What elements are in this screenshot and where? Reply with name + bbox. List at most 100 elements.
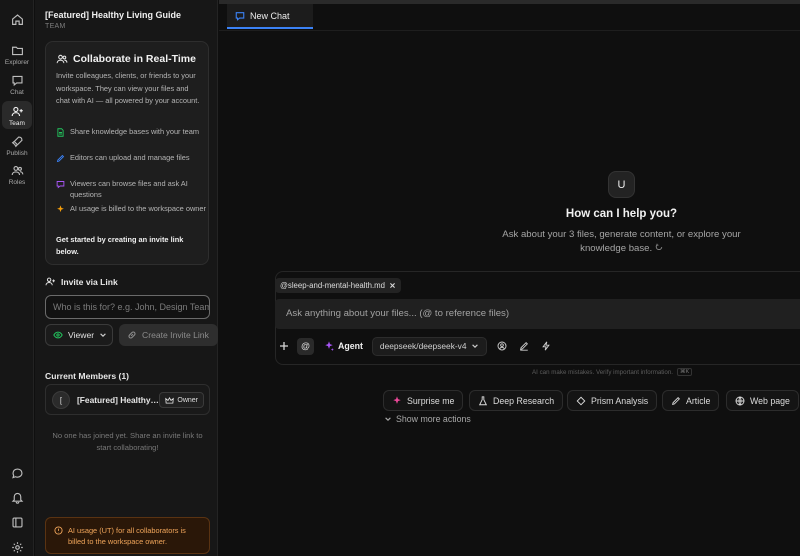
tab-label: New Chat: [250, 10, 290, 21]
owner-badge-label: Owner: [177, 396, 198, 404]
rail-explorer[interactable]: Explorer: [0, 44, 34, 66]
collaborate-heading: Collaborate in Real-Time: [56, 53, 196, 65]
article-button[interactable]: Article: [662, 390, 720, 411]
team-icon: [11, 106, 23, 117]
persona-button[interactable]: [495, 339, 509, 353]
settings-icon: [11, 542, 23, 553]
avatar: [: [52, 391, 70, 409]
invite-title: Invite via Link: [61, 276, 118, 287]
invite-heading: Invite via Link: [45, 276, 118, 287]
model-select[interactable]: deepseek/deepseek-v4: [371, 336, 487, 356]
collaborate-title: Collaborate in Real-Time: [73, 53, 196, 65]
show-more-actions[interactable]: Show more actions: [384, 414, 471, 424]
tab-new-chat[interactable]: New Chat: [227, 4, 313, 29]
rail-roles[interactable]: Roles: [0, 164, 34, 186]
team-panel: [Featured] Healthy Living Guide TEAM Col…: [35, 0, 218, 556]
web-page-button[interactable]: Web page: [726, 390, 799, 411]
quick-action-button[interactable]: [539, 339, 553, 353]
chat-main: New Chat U How can I help you? Ask about…: [219, 0, 800, 556]
sidebar-toggle-icon: [11, 517, 23, 528]
eye-icon: [53, 331, 63, 339]
edit-button[interactable]: [517, 339, 531, 353]
folder-icon: [11, 46, 23, 56]
create-invite-link-button[interactable]: Create Invite Link: [119, 324, 218, 346]
pencil-icon: [56, 154, 65, 163]
rail-label: Roles: [8, 179, 26, 186]
add-button[interactable]: [275, 338, 292, 355]
disclaimer-text: AI can make mistakes. Verify important i…: [532, 368, 673, 376]
show-more-label: Show more actions: [396, 414, 471, 424]
warning-icon: [54, 526, 63, 535]
tabbar-divider: [219, 30, 800, 31]
action-label: Deep Research: [493, 395, 555, 406]
composer-toolbar: @ Agent deepseek/deepseek-v4: [275, 336, 553, 356]
chat-input[interactable]: Ask anything about your files... (@ to r…: [275, 299, 800, 329]
roles-icon: [11, 166, 23, 176]
file-chip-label: @sleep-and-mental-health.md: [280, 281, 385, 290]
prism-icon: [576, 396, 586, 405]
owner-badge: Owner: [159, 392, 204, 408]
rail-chat[interactable]: Chat: [0, 74, 34, 96]
feature-item: Viewers can browse files and ask AI ques…: [56, 179, 206, 200]
member-name: [Featured] Healthy Living Guide: [77, 395, 159, 405]
home-icon: [11, 14, 23, 25]
ai-disclaimer: AI can make mistakes. Verify important i…: [532, 368, 693, 376]
workspace-title: [Featured] Healthy Living Guide: [45, 10, 182, 20]
assistant-avatar: U: [608, 171, 635, 198]
shortcut-hint: ⌘K: [677, 368, 693, 376]
chevron-down-icon: [471, 344, 478, 348]
sparkle-icon: [393, 395, 401, 404]
role-select[interactable]: Viewer: [45, 324, 113, 346]
link-icon: [128, 331, 136, 339]
feature-text: Viewers can browse files and ask AI ques…: [70, 179, 188, 199]
members-heading: Current Members (1): [45, 371, 130, 381]
bell-icon: [11, 492, 23, 504]
rail-label: Team: [9, 120, 25, 127]
chat-icon: [235, 11, 245, 21]
rail-settings[interactable]: [0, 541, 34, 554]
feature-text: Editors can upload and manage files: [70, 153, 190, 162]
agent-button[interactable]: Agent: [324, 341, 363, 351]
nav-rail: Explorer Chat Team Publish Roles: [0, 0, 34, 556]
action-label: Prism Analysis: [591, 395, 649, 406]
pen-icon: [519, 342, 528, 351]
feature-text: AI usage is billed to the workspace owne…: [70, 204, 206, 213]
close-icon[interactable]: [389, 282, 396, 289]
rail-feedback[interactable]: [0, 467, 34, 480]
user-circle-icon: [497, 341, 506, 351]
lightning-icon: [541, 341, 550, 351]
create-invite-label: Create Invite Link: [142, 330, 209, 340]
rail-notifications[interactable]: [0, 491, 34, 504]
feature-item: Editors can upload and manage files: [56, 153, 206, 164]
chevron-down-icon: [385, 417, 391, 421]
billing-text: AI usage (UT) for all collaborators is b…: [68, 526, 186, 546]
mention-button[interactable]: @: [297, 337, 314, 355]
workspace-subtitle: TEAM: [45, 23, 66, 30]
surprise-me-button[interactable]: Surprise me: [383, 390, 464, 411]
help-subtitle-text: Ask about your 3 files, generate content…: [502, 229, 741, 254]
help-title: How can I help you?: [565, 208, 678, 220]
chat-bubble-icon: [56, 181, 65, 189]
collaborate-description: Invite colleagues, clients, or friends t…: [56, 71, 200, 105]
rail-sidebar-toggle[interactable]: [0, 516, 34, 529]
message-icon: [11, 468, 23, 479]
add-user-icon: [45, 277, 55, 286]
invite-name-input[interactable]: Who is this for? e.g. John, Design Team: [45, 295, 210, 319]
file-icon: [57, 128, 64, 137]
sparkle-icon: [325, 341, 334, 351]
rail-label: Chat: [10, 89, 24, 96]
feature-item: Share knowledge bases with your team: [56, 127, 206, 138]
rail-publish[interactable]: Publish: [0, 135, 34, 157]
members-empty-note: No one has joined yet. Share an invite l…: [52, 431, 203, 452]
chevron-down-icon: [100, 333, 106, 337]
rail-team[interactable]: Team: [2, 101, 32, 129]
sparkle-icon: [57, 205, 64, 213]
rail-home[interactable]: [0, 13, 34, 26]
prism-analysis-button[interactable]: Prism Analysis: [567, 390, 658, 411]
member-row: [ [Featured] Healthy Living Guide Owner: [45, 384, 210, 415]
deep-research-button[interactable]: Deep Research: [469, 390, 564, 411]
chat-icon: [11, 75, 23, 87]
file-reference-chip[interactable]: @sleep-and-mental-health.md: [275, 278, 401, 293]
rail-label: Explorer: [4, 59, 30, 66]
agent-label: Agent: [338, 341, 363, 351]
